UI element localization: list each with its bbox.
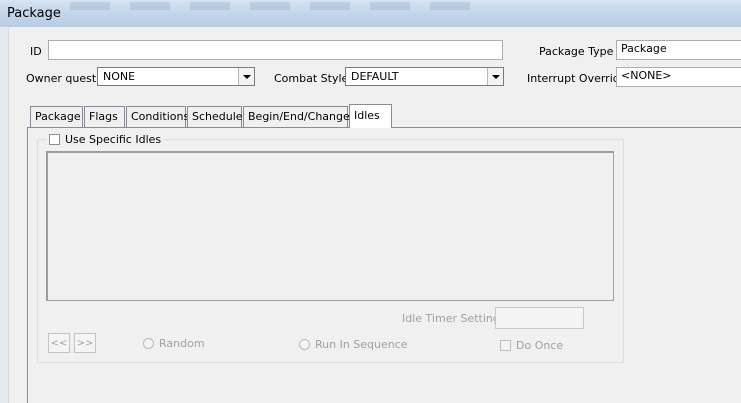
run-in-sequence-option[interactable]: Run In Sequence: [299, 338, 408, 351]
run-in-sequence-radio[interactable]: [299, 339, 310, 350]
interrupt-override-label: Interrupt Override: [527, 72, 627, 85]
chevron-down-icon: [491, 74, 500, 79]
use-specific-idles-checkbox[interactable]: [49, 133, 60, 145]
id-field[interactable]: [48, 40, 503, 60]
package-type-label: Package Type: [539, 45, 614, 58]
tab-package-label: Package: [35, 110, 81, 123]
random-radio[interactable]: [143, 338, 154, 349]
id-label: ID: [30, 45, 42, 58]
next-idle-label: >>: [76, 337, 94, 349]
window-left-edge: [0, 27, 8, 403]
owner-quest-value: NONE: [103, 70, 136, 83]
combat-style-label: Combat Style: [274, 72, 349, 85]
combat-style-dropdown-button[interactable]: [487, 68, 503, 85]
idle-timer-label: Idle Timer Setting: [402, 312, 500, 325]
chevron-down-icon: [242, 74, 251, 79]
interrupt-override-value: <NONE>: [621, 69, 672, 82]
package-type-field[interactable]: Package: [616, 40, 741, 60]
tab-schedule-label: Schedule: [192, 110, 243, 123]
previous-idle-label: <<: [50, 337, 68, 349]
previous-idle-button[interactable]: <<: [48, 333, 70, 353]
combat-style-value: DEFAULT: [351, 70, 399, 83]
title-bar-overlay: [70, 2, 490, 10]
tab-flags-label: Flags: [89, 110, 118, 123]
combat-style-dropdown[interactable]: DEFAULT: [345, 67, 504, 86]
random-label: Random: [159, 337, 205, 350]
do-once-label: Do Once: [516, 339, 564, 352]
use-specific-idles-toggle[interactable]: Use Specific Idles: [46, 131, 165, 147]
run-in-sequence-label: Run In Sequence: [315, 338, 408, 351]
package-type-value: Package: [621, 42, 667, 55]
random-option[interactable]: Random: [143, 337, 205, 350]
window-title: Package: [7, 6, 61, 21]
title-bar: Package: [0, 0, 741, 28]
idle-timer-field[interactable]: [495, 307, 584, 329]
tab-begin-end-change-label: Begin/End/Change: [248, 110, 350, 123]
owner-quest-dropdown[interactable]: NONE: [97, 67, 255, 86]
next-idle-button[interactable]: >>: [74, 333, 96, 353]
tab-schedule[interactable]: Schedule: [187, 106, 243, 127]
owner-quest-dropdown-button[interactable]: [238, 68, 254, 85]
owner-quest-label: Owner quest: [26, 72, 97, 85]
tab-conditions-label: Conditions: [131, 110, 190, 123]
tab-begin-end-change[interactable]: Begin/End/Change: [243, 106, 350, 127]
use-specific-idles-label: Use Specific Idles: [65, 132, 162, 146]
tab-package[interactable]: Package: [30, 106, 83, 127]
tab-conditions[interactable]: Conditions: [126, 106, 190, 127]
tab-idles[interactable]: Idles: [349, 104, 392, 128]
idles-list[interactable]: [46, 151, 614, 301]
do-once-option[interactable]: Do Once: [500, 339, 563, 352]
do-once-checkbox[interactable]: [500, 340, 511, 351]
interrupt-override-field[interactable]: <NONE>: [616, 67, 741, 87]
tab-idles-label: Idles: [354, 109, 380, 122]
tab-flags[interactable]: Flags: [84, 106, 125, 127]
